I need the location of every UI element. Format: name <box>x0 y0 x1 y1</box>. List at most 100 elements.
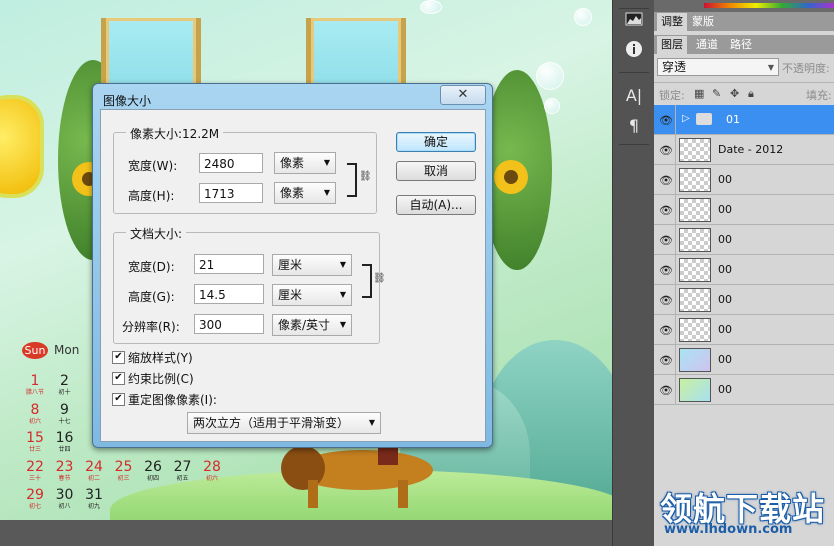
calendar-day: 8 初六 <box>20 402 50 425</box>
eye-icon: 👁︎ <box>659 114 673 127</box>
tab-channels[interactable]: 通道 <box>692 36 722 54</box>
eye-icon: 👁︎ <box>659 324 673 337</box>
layer-row[interactable]: 👁︎ 00 <box>654 255 834 285</box>
visibility-toggle[interactable]: 👁︎ <box>654 315 676 345</box>
layer-row[interactable]: 👁︎ 00 <box>654 315 834 345</box>
pixel-height-unit-value: 像素 <box>280 186 305 200</box>
pixel-width-input[interactable]: 2480 <box>199 153 263 173</box>
layer-name: 00 <box>718 173 732 186</box>
lock-brush-icon[interactable]: ✎ <box>712 87 721 100</box>
pixel-dimensions-group: 像素大小:12.2M 宽度(W): 2480 像素 ▼ 高度(H): 1713 像… <box>113 125 377 214</box>
calendar-day-number: 16 <box>55 430 74 446</box>
resolution-unit-select[interactable]: 像素/英寸 ▼ <box>272 314 352 336</box>
layer-thumbnail <box>679 288 711 312</box>
calendar-day-number: 15 <box>26 430 44 446</box>
lock-row: 锁定: ▦ ✎ ✥ 🔒︎ 填充: <box>654 82 834 106</box>
calendar-day: 27 初五 <box>168 459 198 482</box>
tab-adjustments[interactable]: 调整 <box>657 13 687 31</box>
calendar-day-number: 30 <box>55 487 74 503</box>
doc-height-unit-value: 厘米 <box>278 288 303 302</box>
layers-tabs: 图层 通道 路径 <box>654 35 834 54</box>
eye-icon: 👁︎ <box>659 294 673 307</box>
character-icon[interactable]: A| <box>621 84 647 108</box>
lock-move-icon[interactable]: ✥ <box>730 87 739 100</box>
lock-label: 锁定: <box>659 89 685 102</box>
visibility-toggle[interactable]: 👁︎ <box>654 135 676 165</box>
layer-name: 00 <box>718 263 732 276</box>
swatches-strip <box>654 0 834 12</box>
calendar-day-number: 24 <box>85 458 103 475</box>
resample-checkbox[interactable]: ✔ <box>112 393 125 406</box>
calendar-day-lunar: 初十 <box>58 389 71 396</box>
color-swatches[interactable] <box>704 3 834 8</box>
lock-transparent-icon[interactable]: ▦ <box>694 87 704 100</box>
auto-button[interactable]: 自动(A)... <box>396 195 476 215</box>
constrain-proportions-checkbox[interactable]: ✔ <box>112 372 125 385</box>
chevron-down-icon: ▼ <box>368 418 375 427</box>
resolution-input[interactable]: 300 <box>194 314 264 334</box>
calendar-day-lunar: 十七 <box>58 417 71 425</box>
dialog-body: 像素大小:12.2M 宽度(W): 2480 像素 ▼ 高度(H): 1713 像… <box>100 109 486 442</box>
visibility-toggle[interactable]: 👁︎ <box>654 105 676 135</box>
layer-row[interactable]: 👁︎ Date - 2012 <box>654 135 834 165</box>
scale-styles-checkbox[interactable]: ✔ <box>112 351 125 364</box>
chevron-down-icon: ▼ <box>339 290 346 299</box>
tab-paths[interactable]: 路径 <box>726 36 756 54</box>
visibility-toggle[interactable]: 👁︎ <box>654 165 676 195</box>
cancel-button[interactable]: 取消 <box>396 161 476 181</box>
tab-layers[interactable]: 图层 <box>657 36 687 54</box>
calendar-day-lunar: 初四 <box>146 474 159 482</box>
layer-row[interactable]: 👁︎ 00 <box>654 345 834 375</box>
chevron-down-icon: ▼ <box>767 63 774 72</box>
eye-icon: 👁︎ <box>659 144 673 157</box>
visibility-toggle[interactable]: 👁︎ <box>654 255 676 285</box>
calendar-mon-header: Mon <box>54 343 80 357</box>
tab-masks[interactable]: 蒙版 <box>688 13 718 31</box>
chain-link-icon: ⛓ <box>373 273 386 284</box>
blend-mode-select[interactable]: 穿透 ▼ <box>657 58 779 76</box>
layer-group-row[interactable]: 👁︎ ▷ 01 <box>654 105 834 135</box>
visibility-toggle[interactable]: 👁︎ <box>654 195 676 225</box>
ok-button[interactable]: 确定 <box>396 132 476 152</box>
constrain-proportions-label: 约束比例(C) <box>128 372 194 386</box>
doc-width-input[interactable]: 21 <box>194 254 264 274</box>
eye-icon: 👁︎ <box>659 204 673 217</box>
image-size-dialog[interactable]: 图像大小 ✕ 像素大小:12.2M 宽度(W): 2480 像素 ▼ 高度(H):… <box>92 83 493 448</box>
layer-thumbnail <box>679 138 711 162</box>
layer-row[interactable]: 👁︎ 00 <box>654 195 834 225</box>
calendar-day: 16 廿四 <box>50 430 80 453</box>
bubble <box>420 0 442 14</box>
calendar-day-lunar: 春节 <box>58 474 71 482</box>
resample-method-select[interactable]: 两次立方（适用于平滑渐变） ▼ <box>187 412 381 434</box>
doc-width-unit-select[interactable]: 厘米 ▼ <box>272 254 352 276</box>
visibility-toggle[interactable]: 👁︎ <box>654 285 676 315</box>
layer-row[interactable]: 👁︎ 00 <box>654 375 834 405</box>
layer-thumbnail <box>679 258 711 282</box>
doc-height-input[interactable]: 14.5 <box>194 284 264 304</box>
paragraph-icon[interactable]: ¶ <box>621 114 647 138</box>
calendar-day: 28 初六 <box>197 459 227 482</box>
pixel-height-unit-select[interactable]: 像素 ▼ <box>274 182 336 204</box>
visibility-toggle[interactable]: 👁︎ <box>654 345 676 375</box>
layers-panel: 调整 蒙版 图层 通道 路径 穿透 ▼ 不透明度: 锁定: ▦ ✎ ✥ 🔒︎ 填充… <box>654 0 834 546</box>
info-icon[interactable] <box>621 40 647 64</box>
sunflower-right <box>494 160 528 194</box>
calendar-day: 31 初九 <box>79 487 109 510</box>
visibility-toggle[interactable]: 👁︎ <box>654 225 676 255</box>
layer-name: 00 <box>718 233 732 246</box>
visibility-toggle[interactable]: 👁︎ <box>654 375 676 405</box>
layer-row[interactable]: 👁︎ 00 <box>654 225 834 255</box>
lock-all-icon[interactable]: 🔒︎ <box>748 87 754 101</box>
pixel-width-unit-select[interactable]: 像素 ▼ <box>274 152 336 174</box>
layer-row[interactable]: 👁︎ 00 <box>654 285 834 315</box>
expand-triangle-icon[interactable]: ▷ <box>682 113 690 124</box>
doc-height-unit-select[interactable]: 厘米 ▼ <box>272 284 352 306</box>
layer-name: 00 <box>718 203 732 216</box>
calendar-day: 29 初七 <box>20 487 50 510</box>
close-button[interactable]: ✕ <box>440 85 486 105</box>
calendar-day-lunar: 廿三 <box>28 446 41 453</box>
pixel-height-input[interactable]: 1713 <box>199 183 263 203</box>
histogram-icon[interactable] <box>621 10 647 34</box>
layer-row[interactable]: 👁︎ 00 <box>654 165 834 195</box>
yellow-heart-decoration <box>0 95 44 198</box>
